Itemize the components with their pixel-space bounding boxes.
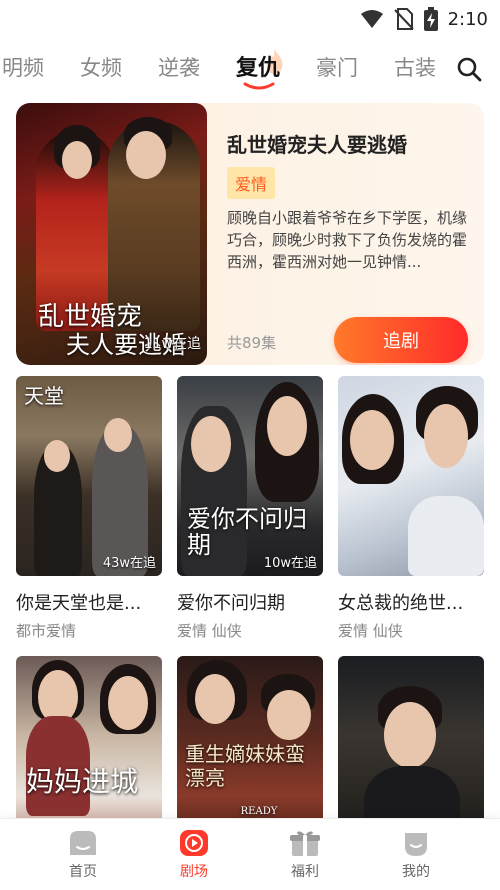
- poster-figure: [191, 416, 231, 472]
- follow-drama-button[interactable]: 追剧: [334, 317, 468, 363]
- poster-figure: [126, 131, 166, 179]
- tab-4[interactable]: 豪门: [316, 52, 358, 82]
- poster-figure: [44, 440, 70, 472]
- poster-figure: [104, 418, 132, 452]
- featured-follow-count: 11w在追: [143, 336, 201, 352]
- poster-figure: [350, 410, 394, 470]
- nav-theater[interactable]: 剧场: [159, 829, 229, 881]
- home-icon: [68, 829, 98, 857]
- status-bar: 2:10: [0, 0, 500, 36]
- gift-icon: [290, 829, 320, 857]
- nav-rewards[interactable]: 福利: [270, 829, 340, 881]
- search-icon[interactable]: [456, 56, 482, 82]
- poster-title-art: 天堂: [24, 384, 64, 408]
- featured-poster[interactable]: 乱世婚宠 夫人要逃婚 11w在追: [16, 103, 207, 365]
- poster-figure: [62, 141, 92, 179]
- nav-home[interactable]: 首页: [48, 829, 118, 881]
- nav-profile[interactable]: 我的: [381, 829, 451, 881]
- drama-title[interactable]: 爱你不问归期: [177, 589, 337, 615]
- drama-tags: 爱情 仙侠: [338, 622, 403, 640]
- drama-poster[interactable]: 天堂 43w在追: [16, 376, 162, 576]
- nav-label: 福利: [291, 864, 319, 880]
- featured-title[interactable]: 乱世婚宠夫人要逃婚: [227, 129, 407, 158]
- poster-figure: [267, 690, 311, 740]
- theater-play-icon: [179, 829, 209, 857]
- featured-drama-card[interactable]: 乱世婚宠 夫人要逃婚 11w在追 乱世婚宠夫人要逃婚 爱情 顾晚自小跟着爷爷在乡…: [16, 103, 484, 365]
- poster-figure: [195, 674, 235, 724]
- poster-figure: [424, 404, 468, 468]
- tab-0[interactable]: 明频: [2, 52, 44, 82]
- nav-label: 我的: [402, 864, 430, 880]
- featured-genre-tag: 爱情: [227, 167, 276, 199]
- tab-5[interactable]: 古装: [394, 52, 436, 82]
- profile-icon: [401, 829, 431, 857]
- category-tabs: 明频 女频 逆袭 复仇 豪门 古装: [0, 44, 500, 100]
- nav-label: 剧场: [180, 864, 208, 880]
- tab-active-indicator: [243, 82, 275, 90]
- status-icons: 2:10: [360, 7, 488, 31]
- nav-label: 首页: [69, 864, 97, 880]
- poster-title-art: 爱你不问归期: [187, 505, 307, 559]
- poster-figure: [408, 496, 484, 576]
- drama-title[interactable]: 女总裁的绝世...: [338, 589, 498, 615]
- poster-title-line: 乱世婚宠: [38, 302, 143, 332]
- tab-3[interactable]: 复仇: [236, 50, 280, 82]
- poster-figure: [108, 676, 148, 730]
- tab-2[interactable]: 逆袭: [158, 52, 200, 82]
- drama-tags: 都市爱情: [16, 622, 77, 640]
- poster-figure: [267, 396, 307, 456]
- poster-title-art: 重生嫡妹妹蛮漂亮: [185, 742, 305, 790]
- poster-title-art: 妈妈进城: [26, 765, 139, 798]
- drama-poster[interactable]: 爱你不问归期 10w在追: [177, 376, 323, 576]
- drama-title[interactable]: 你是天堂也是...: [16, 589, 176, 615]
- tab-1[interactable]: 女频: [80, 52, 122, 82]
- featured-description: 顾晚自小跟着爷爷在乡下学医，机缘巧合，顾晚少时救下了负伤发烧的霍西洲，霍西洲对她…: [227, 209, 468, 271]
- no-sim-icon: [393, 8, 414, 30]
- wifi-icon: [360, 10, 383, 28]
- poster-figure: [384, 702, 436, 768]
- follow-count: 10w在追: [263, 556, 317, 571]
- battery-charging-icon: [423, 7, 438, 31]
- bottom-navigation: 首页 剧场 福利 我的: [0, 818, 500, 890]
- featured-episode-count: 共89集: [227, 334, 277, 352]
- drama-tags: 爱情 仙侠: [177, 622, 242, 640]
- drama-poster[interactable]: [338, 376, 484, 576]
- status-time: 2:10: [447, 8, 488, 30]
- follow-count: 43w在追: [102, 556, 156, 571]
